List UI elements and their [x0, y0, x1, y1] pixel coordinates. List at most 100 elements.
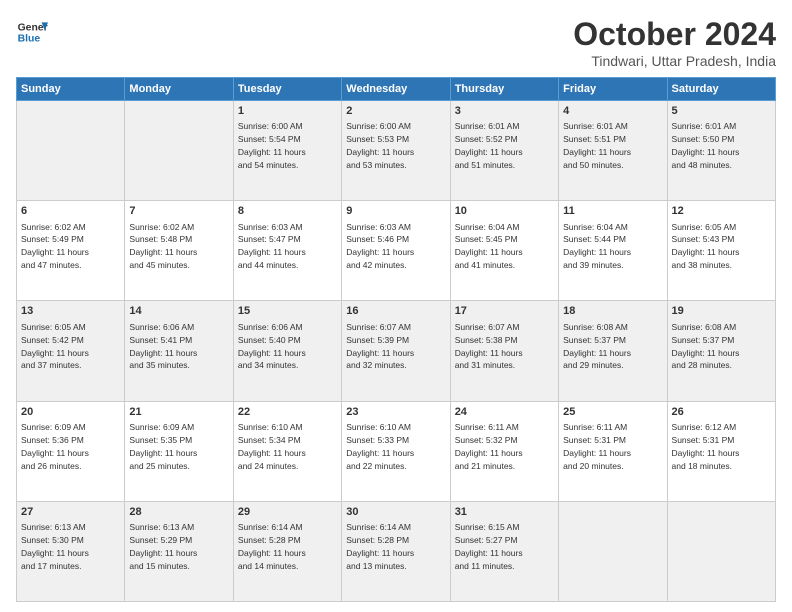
day-info: Sunrise: 6:00 AM Sunset: 5:53 PM Dayligh… [346, 121, 414, 170]
day-info: Sunrise: 6:13 AM Sunset: 5:29 PM Dayligh… [129, 522, 197, 571]
day-info: Sunrise: 6:12 AM Sunset: 5:31 PM Dayligh… [672, 422, 740, 471]
day-number: 2 [346, 104, 445, 119]
calendar-cell: 15 Sunrise: 6:06 AM Sunset: 5:40 PM Dayli… [233, 301, 341, 401]
day-number: 28 [129, 505, 228, 520]
calendar-cell: 30Sunrise: 6:14 AM Sunset: 5:28 PM Dayli… [342, 501, 450, 601]
day-number: 11 [563, 204, 662, 219]
day-info: Sunrise: 6:05 AM Sunset: 5:43 PM Dayligh… [672, 222, 740, 271]
day-info: Sunrise: 6:11 AM Sunset: 5:32 PM Dayligh… [455, 422, 523, 471]
day-info: Sunrise: 6:06 AM Sunset: 5:41 PM Dayligh… [129, 322, 197, 371]
header: General Blue October 2024 Tindwari, Utta… [16, 16, 776, 69]
day-number: 23 [346, 405, 445, 420]
calendar-cell: 24 Sunrise: 6:11 AM Sunset: 5:32 PM Dayli… [450, 401, 558, 501]
calendar-cell: 31 Sunrise: 6:15 AM Sunset: 5:27 PM Dayli… [450, 501, 558, 601]
calendar-cell: 8 Sunrise: 6:03 AM Sunset: 5:47 PM Daylig… [233, 201, 341, 301]
day-info: Sunrise: 6:15 AM Sunset: 5:27 PM Dayligh… [455, 522, 523, 571]
calendar-page: General Blue October 2024 Tindwari, Utta… [0, 0, 792, 612]
calendar-cell: 2 Sunrise: 6:00 AM Sunset: 5:53 PM Daylig… [342, 101, 450, 201]
calendar-cell: 27 Sunrise: 6:13 AM Sunset: 5:30 PM Dayli… [17, 501, 125, 601]
day-info: Sunrise: 6:04 AM Sunset: 5:44 PM Dayligh… [563, 222, 631, 271]
calendar-week-row: 27 Sunrise: 6:13 AM Sunset: 5:30 PM Dayli… [17, 501, 776, 601]
calendar-cell: 29 Sunrise: 6:14 AM Sunset: 5:28 PM Dayli… [233, 501, 341, 601]
title-block: October 2024 Tindwari, Uttar Pradesh, In… [573, 16, 776, 69]
calendar-cell: 4 Sunrise: 6:01 AM Sunset: 5:51 PM Daylig… [559, 101, 667, 201]
day-number: 5 [672, 104, 771, 119]
calendar-cell: 22Sunrise: 6:10 AM Sunset: 5:34 PM Dayli… [233, 401, 341, 501]
calendar-week-row: 20 Sunrise: 6:09 AM Sunset: 5:36 PM Dayli… [17, 401, 776, 501]
day-info: Sunrise: 6:09 AM Sunset: 5:36 PM Dayligh… [21, 422, 89, 471]
weekday-header: Tuesday [233, 78, 341, 101]
day-info: Sunrise: 6:04 AM Sunset: 5:45 PM Dayligh… [455, 222, 523, 271]
day-number: 4 [563, 104, 662, 119]
day-number: 3 [455, 104, 554, 119]
day-info: Sunrise: 6:11 AM Sunset: 5:31 PM Dayligh… [563, 422, 631, 471]
calendar-cell: 6 Sunrise: 6:02 AM Sunset: 5:49 PM Daylig… [17, 201, 125, 301]
day-number: 8 [238, 204, 337, 219]
weekday-header: Monday [125, 78, 233, 101]
day-info: Sunrise: 6:08 AM Sunset: 5:37 PM Dayligh… [563, 322, 631, 371]
day-number: 29 [238, 505, 337, 520]
day-info: Sunrise: 6:02 AM Sunset: 5:48 PM Dayligh… [129, 222, 197, 271]
day-number: 9 [346, 204, 445, 219]
month-title: October 2024 [573, 16, 776, 53]
day-info: Sunrise: 6:00 AM Sunset: 5:54 PM Dayligh… [238, 121, 306, 170]
day-number: 16 [346, 304, 445, 319]
calendar-cell: 19Sunrise: 6:08 AM Sunset: 5:37 PM Dayli… [667, 301, 775, 401]
day-info: Sunrise: 6:10 AM Sunset: 5:34 PM Dayligh… [238, 422, 306, 471]
calendar-cell: 3Sunrise: 6:01 AM Sunset: 5:52 PM Daylig… [450, 101, 558, 201]
logo-icon: General Blue [16, 16, 48, 48]
weekday-header: Thursday [450, 78, 558, 101]
weekday-header: Saturday [667, 78, 775, 101]
calendar-cell: 18 Sunrise: 6:08 AM Sunset: 5:37 PM Dayli… [559, 301, 667, 401]
calendar-cell: 12 Sunrise: 6:05 AM Sunset: 5:43 PM Dayli… [667, 201, 775, 301]
day-number: 14 [129, 304, 228, 319]
day-number: 12 [672, 204, 771, 219]
day-info: Sunrise: 6:10 AM Sunset: 5:33 PM Dayligh… [346, 422, 414, 471]
day-info: Sunrise: 6:13 AM Sunset: 5:30 PM Dayligh… [21, 522, 89, 571]
calendar-week-row: 13Sunrise: 6:05 AM Sunset: 5:42 PM Dayli… [17, 301, 776, 401]
weekday-header: Wednesday [342, 78, 450, 101]
day-number: 18 [563, 304, 662, 319]
day-number: 21 [129, 405, 228, 420]
svg-text:Blue: Blue [18, 34, 41, 45]
day-number: 6 [21, 204, 120, 219]
day-number: 10 [455, 204, 554, 219]
calendar-table: SundayMondayTuesdayWednesdayThursdayFrid… [16, 77, 776, 602]
calendar-cell: 1 Sunrise: 6:00 AM Sunset: 5:54 PM Daylig… [233, 101, 341, 201]
day-info: Sunrise: 6:07 AM Sunset: 5:38 PM Dayligh… [455, 322, 523, 371]
day-number: 27 [21, 505, 120, 520]
calendar-cell: 13Sunrise: 6:05 AM Sunset: 5:42 PM Dayli… [17, 301, 125, 401]
day-number: 24 [455, 405, 554, 420]
weekday-header-row: SundayMondayTuesdayWednesdayThursdayFrid… [17, 78, 776, 101]
calendar-cell [125, 101, 233, 201]
calendar-cell: 14 Sunrise: 6:06 AM Sunset: 5:41 PM Dayli… [125, 301, 233, 401]
calendar-week-row: 1 Sunrise: 6:00 AM Sunset: 5:54 PM Daylig… [17, 101, 776, 201]
weekday-header: Friday [559, 78, 667, 101]
day-info: Sunrise: 6:01 AM Sunset: 5:50 PM Dayligh… [672, 121, 740, 170]
calendar-cell: 17Sunrise: 6:07 AM Sunset: 5:38 PM Dayli… [450, 301, 558, 401]
logo: General Blue [16, 16, 48, 48]
day-info: Sunrise: 6:06 AM Sunset: 5:40 PM Dayligh… [238, 322, 306, 371]
day-number: 19 [672, 304, 771, 319]
calendar-cell: 28 Sunrise: 6:13 AM Sunset: 5:29 PM Dayli… [125, 501, 233, 601]
day-info: Sunrise: 6:14 AM Sunset: 5:28 PM Dayligh… [238, 522, 306, 571]
day-info: Sunrise: 6:09 AM Sunset: 5:35 PM Dayligh… [129, 422, 197, 471]
calendar-cell: 10 Sunrise: 6:04 AM Sunset: 5:45 PM Dayli… [450, 201, 558, 301]
calendar-cell [559, 501, 667, 601]
day-number: 15 [238, 304, 337, 319]
weekday-header: Sunday [17, 78, 125, 101]
calendar-cell: 26Sunrise: 6:12 AM Sunset: 5:31 PM Dayli… [667, 401, 775, 501]
location: Tindwari, Uttar Pradesh, India [573, 53, 776, 69]
day-number: 25 [563, 405, 662, 420]
day-number: 31 [455, 505, 554, 520]
day-number: 1 [238, 104, 337, 119]
day-info: Sunrise: 6:01 AM Sunset: 5:51 PM Dayligh… [563, 121, 631, 170]
day-info: Sunrise: 6:03 AM Sunset: 5:46 PM Dayligh… [346, 222, 414, 271]
day-number: 20 [21, 405, 120, 420]
calendar-week-row: 6 Sunrise: 6:02 AM Sunset: 5:49 PM Daylig… [17, 201, 776, 301]
day-number: 7 [129, 204, 228, 219]
calendar-cell: 25 Sunrise: 6:11 AM Sunset: 5:31 PM Dayli… [559, 401, 667, 501]
day-info: Sunrise: 6:03 AM Sunset: 5:47 PM Dayligh… [238, 222, 306, 271]
day-info: Sunrise: 6:02 AM Sunset: 5:49 PM Dayligh… [21, 222, 89, 271]
calendar-cell: 11 Sunrise: 6:04 AM Sunset: 5:44 PM Dayli… [559, 201, 667, 301]
